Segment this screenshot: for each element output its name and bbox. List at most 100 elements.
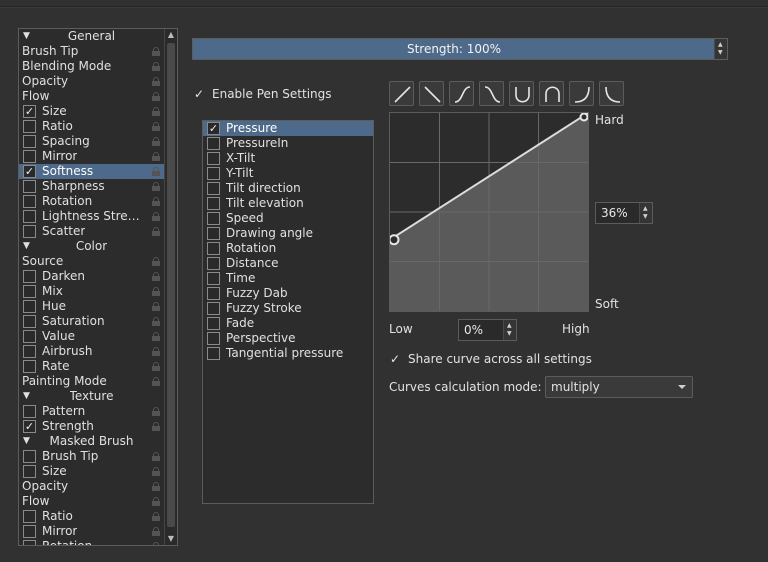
option-checkbox[interactable] [23,450,36,463]
lock-icon[interactable] [151,497,161,506]
option-row-mix[interactable]: Mix [19,284,164,299]
option-row-opacity[interactable]: Opacity [19,479,164,494]
option-checkbox[interactable] [23,120,36,133]
option-row-flow[interactable]: Flow [19,494,164,509]
option-row-brush-tip[interactable]: Brush Tip [19,449,164,464]
option-row-ratio[interactable]: Ratio [19,509,164,524]
scroll-up-icon[interactable]: ▲ [165,29,177,41]
option-checkbox[interactable]: ✓ [23,105,36,118]
lock-icon[interactable] [151,422,161,431]
lock-icon[interactable] [151,272,161,281]
sensor-item-fade[interactable]: Fade [203,316,373,331]
option-checkbox[interactable] [23,135,36,148]
sensor-checkbox[interactable] [207,167,220,180]
option-row-saturation[interactable]: Saturation [19,314,164,329]
option-checkbox[interactable] [23,510,36,523]
option-row-hue[interactable]: Hue [19,299,164,314]
option-row-spacing[interactable]: Spacing [19,134,164,149]
lock-icon[interactable] [151,197,161,206]
curve-editor[interactable] [388,112,589,312]
option-checkbox[interactable] [23,540,36,545]
option-row-value[interactable]: Value [19,329,164,344]
option-row-airbrush[interactable]: Airbrush [19,344,164,359]
spin-down-icon[interactable]: ▼ [643,214,648,220]
option-checkbox[interactable] [23,360,36,373]
sensor-item-drawing-angle[interactable]: Drawing angle [203,226,373,241]
option-row-scatter[interactable]: Scatter [19,224,164,239]
section-header-color[interactable]: ▼ Color [19,239,164,254]
option-checkbox[interactable] [23,285,36,298]
sensor-item-time[interactable]: Time [203,271,373,286]
curve-value-spinbox[interactable]: 36% ▲ ▼ [595,202,653,224]
spin-up-icon[interactable]: ▲ [507,323,512,329]
strength-slider[interactable]: Strength: 100% ▲ ▼ [192,38,728,60]
share-curve-checkbox[interactable]: ✓ Share curve across all settings [390,351,592,367]
lock-icon[interactable] [151,287,161,296]
option-checkbox[interactable] [23,300,36,313]
option-row-lightness-stren[interactable]: Lightness Stren... [19,209,164,224]
sensor-checkbox[interactable] [207,212,220,225]
collapse-triangle-icon[interactable]: ▼ [23,434,30,449]
sensor-checkbox[interactable] [207,287,220,300]
sensor-checkbox[interactable] [207,227,220,240]
lock-icon[interactable] [151,407,161,416]
sensor-item-tangential-pressure[interactable]: Tangential pressure [203,346,373,361]
spin-up-icon[interactable]: ▲ [718,42,723,48]
collapse-triangle-icon[interactable]: ▼ [23,239,30,254]
sensor-checkbox[interactable] [207,302,220,315]
lock-icon[interactable] [151,152,161,161]
sensor-checkbox[interactable] [207,272,220,285]
lock-icon[interactable] [151,362,161,371]
option-checkbox[interactable]: ✓ [23,420,36,433]
sensor-item-tilt-elevation[interactable]: Tilt elevation [203,196,373,211]
strength-spin-buttons[interactable]: ▲ ▼ [714,39,727,59]
option-row-size[interactable]: Size [19,464,164,479]
preset-l-curve-button[interactable] [599,81,624,106]
sensor-item-speed[interactable]: Speed [203,211,373,226]
sensor-item-perspective[interactable]: Perspective [203,331,373,346]
sensor-list[interactable]: ✓ Pressure PressureIn X-Tilt Y-Tilt Tilt dire… [202,120,374,504]
preset-j-curve-button[interactable] [569,81,594,106]
section-header-general[interactable]: ▼ General [19,29,164,44]
sensor-item-distance[interactable]: Distance [203,256,373,271]
preset-s-curve-down-button[interactable] [479,81,504,106]
scroll-thumb[interactable] [167,43,175,527]
lock-icon[interactable] [151,77,161,86]
lock-icon[interactable] [151,62,161,71]
option-row-mirror[interactable]: Mirror [19,524,164,539]
option-row-rotation[interactable]: Rotation [19,539,164,545]
lock-icon[interactable] [151,377,161,386]
collapse-triangle-icon[interactable]: ▼ [23,29,30,44]
preset-arch-curve-button[interactable] [539,81,564,106]
option-row-pattern[interactable]: Pattern [19,404,164,419]
sensor-checkbox[interactable] [207,242,220,255]
lock-icon[interactable] [151,302,161,311]
section-header-masked-brush[interactable]: ▼ Masked Brush [19,434,164,449]
lock-icon[interactable] [151,212,161,221]
option-row-size[interactable]: ✓ Size [19,104,164,119]
option-checkbox[interactable] [23,150,36,163]
sensor-item-y-tilt[interactable]: Y-Tilt [203,166,373,181]
sensor-checkbox[interactable] [207,197,220,210]
lock-icon[interactable] [151,467,161,476]
lock-icon[interactable] [151,137,161,146]
option-row-sharpness[interactable]: Sharpness [19,179,164,194]
brush-options-list[interactable]: ▼ General Brush Tip Blending Mode Opacity Flo… [18,28,178,546]
sensor-item-pressurein[interactable]: PressureIn [203,136,373,151]
sensor-item-tilt-direction[interactable]: Tilt direction [203,181,373,196]
option-row-flow[interactable]: Flow [19,89,164,104]
lock-icon[interactable] [151,167,161,176]
brush-options-scrollbar[interactable]: ▲ ▼ [164,29,177,545]
preset-s-curve-up-button[interactable] [449,81,474,106]
scroll-down-icon[interactable]: ▼ [165,533,177,545]
lock-icon[interactable] [151,182,161,191]
sensor-item-x-tilt[interactable]: X-Tilt [203,151,373,166]
lock-icon[interactable] [151,227,161,236]
option-checkbox[interactable] [23,405,36,418]
lock-icon[interactable] [151,47,161,56]
option-checkbox[interactable] [23,225,36,238]
sensor-item-pressure[interactable]: ✓ Pressure [203,121,373,136]
option-checkbox[interactable] [23,180,36,193]
enable-pen-settings-checkbox[interactable]: ✓ Enable Pen Settings [194,86,334,102]
calc-mode-dropdown[interactable]: multiply [545,376,693,398]
